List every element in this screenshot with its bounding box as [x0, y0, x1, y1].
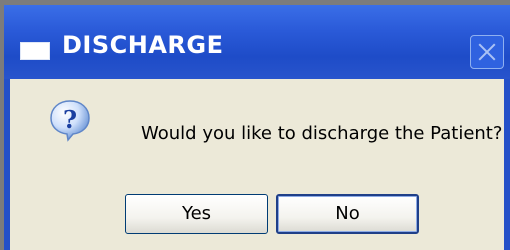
dialog-message: Would you like to discharge the Patient? [141, 123, 503, 144]
dialog-body: ? Would you like to discharge the Patien… [10, 79, 504, 250]
window-icon [20, 42, 50, 60]
title-bar[interactable]: DISCHARGE [4, 5, 510, 79]
discharge-dialog: DISCHARGE ? Would you like to discharge … [4, 5, 510, 250]
close-button[interactable] [470, 35, 504, 69]
dialog-title: DISCHARGE [62, 31, 224, 59]
yes-button[interactable]: Yes [125, 194, 268, 234]
no-button[interactable]: No [276, 194, 419, 234]
question-icon: ? [50, 100, 90, 142]
svg-text:?: ? [63, 105, 77, 134]
